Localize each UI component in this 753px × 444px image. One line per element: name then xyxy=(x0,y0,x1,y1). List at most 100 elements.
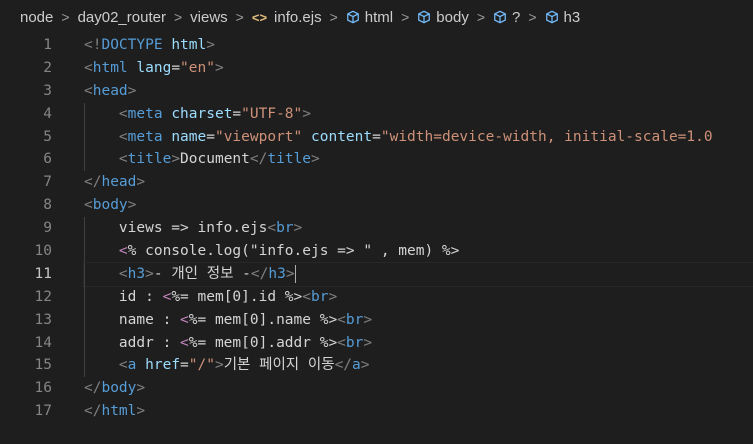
line-number: 17 xyxy=(34,403,52,420)
code-token: body xyxy=(92,197,128,214)
code-token: </ xyxy=(334,357,353,374)
code-line[interactable]: </body> xyxy=(84,377,753,400)
code-line[interactable]: <meta charset="UTF-8"> xyxy=(84,102,753,126)
breadcrumb-item-body[interactable]: body xyxy=(417,9,469,26)
code-line[interactable]: <a href="/">기본 페이지 이동</a> xyxy=(84,354,753,378)
code-line[interactable]: <h3>- 개인 정보 -</h3> xyxy=(83,261,753,287)
code-token: > xyxy=(136,403,146,420)
code-token: "/" xyxy=(188,357,215,374)
code-line[interactable]: <title>Document</title> xyxy=(84,148,753,172)
breadcrumb-label: html xyxy=(364,8,394,26)
indent-guide xyxy=(84,217,85,241)
code-token: = xyxy=(372,128,381,145)
code-token: > xyxy=(127,82,137,99)
code-token: > xyxy=(293,220,303,237)
code-line[interactable]: <!DOCTYPE html> xyxy=(84,34,753,57)
code-token: "en" xyxy=(180,59,215,76)
code-line[interactable]: name : <%= mem[0].name %><br> xyxy=(84,308,753,332)
code-token: % console.log("info.ejs => " , mem) %> xyxy=(127,243,460,260)
code-token: < xyxy=(118,128,128,145)
line-number: 13 xyxy=(34,311,52,328)
code-token: %= mem[0].id %> xyxy=(171,288,303,305)
code-token: "viewport" xyxy=(214,128,303,145)
line-number: 7 xyxy=(43,174,52,191)
breadcrumb-item-html[interactable]: html xyxy=(346,9,393,26)
code-area[interactable]: <!DOCTYPE html> <html lang="en"> <head> <m… xyxy=(83,34,753,423)
code-token: meta xyxy=(127,128,163,145)
text-cursor xyxy=(294,264,296,283)
code-token: head xyxy=(101,174,137,191)
line-number: 1 xyxy=(43,37,52,53)
code-token: charset xyxy=(171,105,233,122)
code-token: > xyxy=(171,151,181,168)
code-line[interactable]: </html> xyxy=(84,400,753,423)
code-line[interactable]: <body> xyxy=(84,194,753,217)
code-line[interactable]: views => info.ejs<br> xyxy=(84,217,753,241)
code-token: title xyxy=(267,151,312,168)
code-token: = xyxy=(171,59,181,76)
indent-guide xyxy=(84,354,85,378)
code-token: a xyxy=(352,357,361,374)
code-token: > xyxy=(311,151,320,168)
code-line[interactable]: <meta name="viewport" content="width=dev… xyxy=(84,125,753,149)
code-token: html xyxy=(171,37,207,53)
code-token: name xyxy=(171,128,207,145)
code-token: < xyxy=(302,288,311,305)
code-token: > xyxy=(136,380,146,397)
breadcrumb-separator: > xyxy=(476,9,486,25)
code-line[interactable]: <% console.log("info.ejs => " , mem) %> xyxy=(84,240,753,263)
code-token: < xyxy=(180,334,189,351)
code-token: > xyxy=(214,357,224,374)
code-line[interactable]: id : <%= mem[0].id %><br> xyxy=(84,285,753,309)
indent-guide xyxy=(84,240,85,263)
code-token: < xyxy=(84,59,93,76)
code-line[interactable]: </head> xyxy=(84,171,753,194)
code-line[interactable]: <html lang="en"> xyxy=(84,57,753,80)
code-token: br xyxy=(276,220,294,237)
code-token: addr : xyxy=(84,334,181,351)
code-token: < xyxy=(337,311,346,328)
breadcrumb-item-file[interactable]: <> info.ejs xyxy=(252,9,322,26)
line-number: 9 xyxy=(43,220,52,237)
code-token: </ xyxy=(250,265,269,282)
line-number: 14 xyxy=(34,334,52,351)
code-token: content xyxy=(311,128,373,145)
breadcrumb-item-unknown[interactable]: ? xyxy=(493,9,520,26)
indent-guide xyxy=(84,308,85,332)
breadcrumb-item-project[interactable]: day02_router xyxy=(78,9,166,26)
line-number: 6 xyxy=(43,151,52,168)
code-token: > xyxy=(285,265,295,282)
breadcrumb-item-views[interactable]: views xyxy=(190,9,228,26)
breadcrumb-separator: > xyxy=(528,9,537,25)
line-number-gutter: 1 2 3 4 5 6 7 8 9 10 11 12 13 14 15 16 17 xyxy=(0,34,60,423)
code-token: > xyxy=(363,334,373,351)
breadcrumb-separator: > xyxy=(61,9,70,25)
code-token: "width=device-width, initial-scale=1.0 xyxy=(380,128,713,145)
breadcrumb-separator: > xyxy=(173,9,183,25)
code-token: h3 xyxy=(127,265,146,282)
code-editor[interactable]: 1 2 3 4 5 6 7 8 9 10 11 12 13 14 15 16 17 <!DOCTYPE html… xyxy=(0,34,753,444)
code-token: < xyxy=(84,82,93,99)
code-token: < xyxy=(180,311,189,328)
code-token: > xyxy=(360,357,370,374)
code-line[interactable]: addr : <%= mem[0].addr %><br> xyxy=(84,331,753,355)
code-line[interactable]: <head> xyxy=(84,80,753,103)
breadcrumb-label: body xyxy=(436,8,469,26)
code-token: - 개인 정보 - xyxy=(153,265,251,282)
code-token: </ xyxy=(84,380,102,397)
indent-guide xyxy=(84,262,85,286)
code-token: < xyxy=(267,220,277,237)
breadcrumb-item-node[interactable]: node xyxy=(20,9,53,26)
code-token: lang xyxy=(136,59,172,76)
code-token: < xyxy=(118,357,128,374)
breadcrumb-item-h3[interactable]: h3 xyxy=(545,9,580,26)
code-token: h3 xyxy=(268,265,286,282)
line-number: 11 xyxy=(34,265,52,282)
code-token: = xyxy=(206,128,215,145)
